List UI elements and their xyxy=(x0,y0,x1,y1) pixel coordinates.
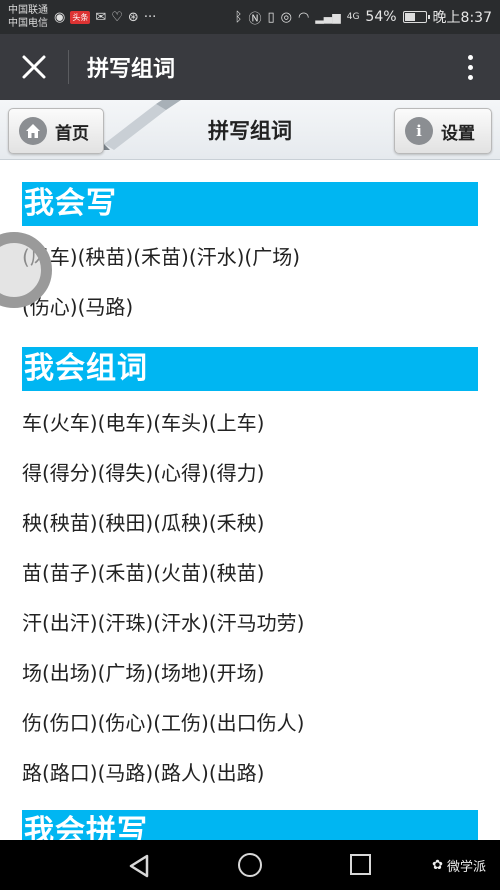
battery-icon xyxy=(402,11,430,23)
bluetooth-icon: ᛒ xyxy=(234,9,243,25)
more-vert-icon xyxy=(467,54,473,80)
wechat-icon: ✿ xyxy=(432,858,443,873)
more-notifications-icon: ··· xyxy=(143,9,157,25)
home-label: 首页 xyxy=(55,123,89,144)
navigation-bar: ✿ 微学派 xyxy=(0,840,500,890)
compose-line: 得(得分)(得失)(心得)(得力) xyxy=(22,461,265,485)
watermark: ✿ 微学派 xyxy=(432,856,486,875)
settings-button[interactable]: i 设置 xyxy=(394,108,492,154)
app-bar: 拼写组词 xyxy=(0,34,500,100)
vibrate-icon: ▯ xyxy=(267,9,275,25)
carrier-info: 中国联通 中国电信 xyxy=(8,4,48,30)
back-icon[interactable] xyxy=(128,854,150,878)
signal-icon: ▂▄▆ xyxy=(315,10,341,24)
wifi-icon: ◠ xyxy=(297,9,310,25)
compose-line: 秧(秧苗)(秧田)(瓜秧)(禾秧) xyxy=(22,511,265,535)
compose-line: 场(出场)(广场)(场地)(开场) xyxy=(22,661,265,685)
mail-icon: ✉ xyxy=(95,9,107,25)
carrier-2: 中国电信 xyxy=(8,18,48,29)
status-bar: 中国联通 中国电信 ◉ 头条 ✉ ♡ ⊛ ··· ᛒ Ⓝ ▯ ◎ ◠ ▂▄▆ 4… xyxy=(0,0,500,34)
compose-line: 伤(伤口)(伤心)(工伤)(出口伤人) xyxy=(22,711,305,735)
compose-line: 苗(苗子)(禾苗)(火苗)(秧苗) xyxy=(22,561,265,585)
clock: 晚上8:37 xyxy=(432,10,492,26)
section-heading-write: 我会写 xyxy=(22,182,478,226)
settings-label: 设置 xyxy=(441,123,475,144)
app-bar-title: 拼写组词 xyxy=(87,57,176,82)
home-icon xyxy=(19,117,47,145)
compose-line: 路(路口)(马路)(路人)(出路) xyxy=(22,761,265,785)
network-type: 4G xyxy=(346,12,360,22)
compose-line: 汗(出汗)(汗珠)(汗水)(汗马功劳) xyxy=(22,611,305,635)
news-badge: 头条 xyxy=(70,10,91,24)
write-line: (风车)(秧苗)(禾苗)(汗水)(广场) xyxy=(22,245,301,269)
recent-apps-icon[interactable] xyxy=(350,854,371,875)
home-nav-icon[interactable] xyxy=(238,853,262,877)
app-icon: ⊛ xyxy=(127,9,139,25)
watermark-text: 微学派 xyxy=(446,860,486,875)
record-icon: ◉ xyxy=(54,9,66,25)
home-button[interactable]: 首页 xyxy=(8,108,104,154)
nfc-icon: Ⓝ xyxy=(248,11,262,27)
section-heading-spell: 我会拼写 xyxy=(22,810,478,840)
pen-decoration-icon xyxy=(98,100,181,150)
more-button[interactable] xyxy=(440,34,500,100)
write-line: (伤心)(马路) xyxy=(22,295,134,319)
notification-icons: ◉ 头条 ✉ ♡ ⊛ ··· xyxy=(54,10,156,25)
compose-line: 车(火车)(电车)(车头)(上车) xyxy=(22,411,265,435)
battery-percent: 54% xyxy=(365,9,397,25)
system-status: ᛒ Ⓝ ▯ ◎ ◠ ▂▄▆ 4G 54% 晚上8:37 xyxy=(235,7,492,27)
heart-icon: ♡ xyxy=(111,9,123,25)
page-header: 首页 拼写组词 i 设置 xyxy=(0,100,500,160)
carrier-1: 中国联通 xyxy=(8,5,48,16)
close-button[interactable] xyxy=(0,34,68,100)
app-bar-divider xyxy=(68,50,69,84)
eye-icon: ◎ xyxy=(280,9,292,25)
section-heading-compose: 我会组词 xyxy=(22,347,478,391)
page-title: 拼写组词 xyxy=(208,118,292,143)
info-icon: i xyxy=(405,117,433,145)
content-area[interactable]: 我会写 (风车)(秧苗)(禾苗)(汗水)(广场) (伤心)(马路) 我会组词 车… xyxy=(0,160,500,840)
close-icon xyxy=(22,55,46,79)
